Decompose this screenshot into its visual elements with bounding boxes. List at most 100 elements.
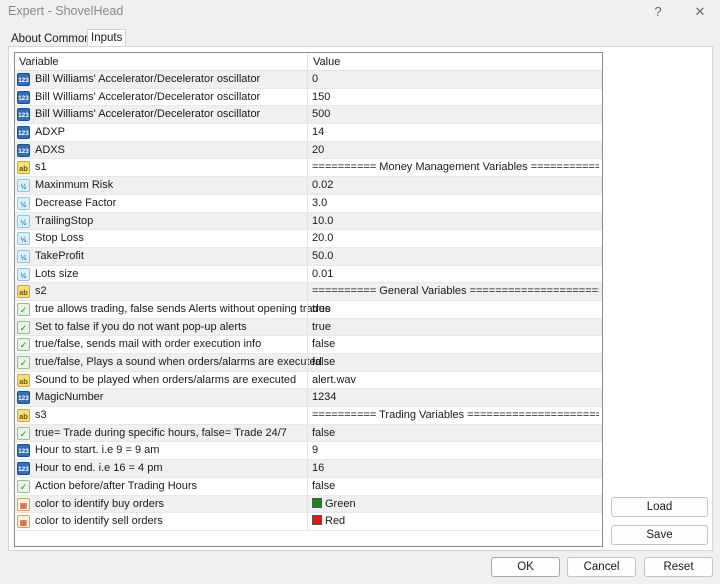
bool-type-icon: ✓ xyxy=(17,338,30,352)
variable-value[interactable]: 1234 xyxy=(312,391,599,403)
variable-name: Bill Williams' Accelerator/Decelerator o… xyxy=(35,90,261,103)
variable-value[interactable]: 14 xyxy=(312,126,599,138)
table-row[interactable]: 123 ADXS 20 xyxy=(15,141,602,160)
table-row[interactable]: ✓ true/false, sends mail with order execu… xyxy=(15,336,602,354)
table-row[interactable]: ab s3 ========== Trading Variables =======… xyxy=(15,407,602,425)
table-row[interactable]: ✓ Set to false if you do not want pop-up … xyxy=(15,318,602,337)
variable-value[interactable]: false xyxy=(312,427,599,439)
table-row[interactable]: ab s1 ========== Money Management Variable… xyxy=(15,159,602,178)
variable-value[interactable]: true xyxy=(312,321,599,333)
variable-name: s2 xyxy=(35,285,47,298)
variable-value[interactable]: Red xyxy=(312,515,599,527)
dbl-type-icon: ½ xyxy=(17,179,30,193)
variable-value[interactable]: Green xyxy=(312,497,599,510)
variable-name: color to identify buy orders xyxy=(35,497,165,510)
table-row[interactable]: ✓ true allows trading, false sends Alerts… xyxy=(15,300,602,319)
table-row[interactable]: ½ Lots size 0.01 xyxy=(15,265,602,284)
bool-type-icon: ✓ xyxy=(17,320,30,334)
dbl-type-icon: ½ xyxy=(17,249,30,263)
variable-value[interactable]: 9 xyxy=(312,444,599,456)
table-row[interactable]: 123 Bill Williams' Accelerator/Decelerato… xyxy=(15,88,602,107)
inputs-grid[interactable]: Variable Value 123 Bill Williams' Acceler… xyxy=(14,52,603,547)
int-type-icon: 123 xyxy=(17,444,30,458)
int-type-icon: 123 xyxy=(17,73,30,86)
variable-value[interactable]: 3.0 xyxy=(312,197,599,209)
cancel-button[interactable]: Cancel xyxy=(567,557,636,577)
col-type-icon: ▦ xyxy=(17,515,30,529)
table-row[interactable]: 123 Bill Williams' Accelerator/Decelerato… xyxy=(15,71,602,89)
variable-value[interactable]: ========== General Variables ===========… xyxy=(312,285,599,297)
variable-name: true= Trade during specific hours, false… xyxy=(35,426,287,439)
variable-value[interactable]: 10.0 xyxy=(312,215,599,227)
int-type-icon: 123 xyxy=(17,143,30,157)
tab-about[interactable]: About xyxy=(8,31,44,47)
table-row[interactable]: 123 ADXP 14 xyxy=(15,124,602,142)
int-type-icon: 123 xyxy=(17,391,30,405)
table-row[interactable]: ✓ Action before/after Trading Hours false xyxy=(15,477,602,496)
table-row[interactable]: 123 MagicNumber 1234 xyxy=(15,389,602,408)
variable-value[interactable]: alert.wav xyxy=(312,374,599,386)
table-row[interactable]: ½ TakeProfit 50.0 xyxy=(15,247,602,266)
dbl-type-icon: ½ xyxy=(17,232,30,246)
table-row[interactable]: ½ Stop Loss 20.0 xyxy=(15,230,602,248)
col-type-icon: ▦ xyxy=(17,497,30,511)
variable-value[interactable]: true xyxy=(312,303,599,315)
grid-rows: 123 Bill Williams' Accelerator/Decelerato… xyxy=(15,71,602,531)
color-swatch[interactable] xyxy=(312,515,322,526)
variable-name: Bill Williams' Accelerator/Decelerator o… xyxy=(35,108,261,121)
int-type-icon: 123 xyxy=(17,108,30,122)
variable-value[interactable]: false xyxy=(312,338,599,350)
table-row[interactable]: ab s2 ========== General Variables =======… xyxy=(15,283,602,301)
variable-name: Maxinmum Risk xyxy=(35,179,114,192)
variable-name: TakeProfit xyxy=(35,249,84,262)
table-row[interactable]: 123 Hour to start. i.e 9 = 9 am 9 xyxy=(15,442,602,461)
color-swatch[interactable] xyxy=(312,497,322,508)
header-variable[interactable]: Variable xyxy=(19,56,59,68)
str-type-icon: ab xyxy=(17,409,30,423)
load-button[interactable]: Load xyxy=(611,497,708,517)
variable-name: Action before/after Trading Hours xyxy=(35,479,198,492)
bool-type-icon: ✓ xyxy=(17,356,30,369)
variable-value[interactable]: 0.02 xyxy=(312,179,599,191)
header-value[interactable]: Value xyxy=(313,56,340,68)
color-name: Red xyxy=(325,515,346,528)
table-row[interactable]: ▦ color to identify sell orders Red xyxy=(15,513,602,531)
variable-value[interactable]: 150 xyxy=(312,91,599,103)
str-type-icon: ab xyxy=(17,285,30,299)
variable-name: Stop Loss xyxy=(35,232,84,245)
ok-button[interactable]: OK xyxy=(491,557,560,577)
variable-value[interactable]: 50.0 xyxy=(312,250,599,262)
reset-button[interactable]: Reset xyxy=(644,557,713,577)
table-row[interactable]: ✓ true= Trade during specific hours, fals… xyxy=(15,424,602,443)
variable-value[interactable]: ========== Trading Variables ===========… xyxy=(312,409,599,421)
table-row[interactable]: ½ Maxinmum Risk 0.02 xyxy=(15,177,602,195)
variable-value[interactable]: false xyxy=(312,356,599,368)
title-bar: Expert - ShovelHead ? ✕ xyxy=(0,0,720,24)
table-row[interactable]: ab Sound to be played when orders/alarms … xyxy=(15,371,602,390)
table-row[interactable]: ✓ true/false, Plays a sound when orders/a… xyxy=(15,354,602,372)
table-row[interactable]: 123 Bill Williams' Accelerator/Decelerato… xyxy=(15,106,602,125)
variable-value[interactable]: ========== Money Management Variables ==… xyxy=(312,161,599,173)
variable-value[interactable]: 0.01 xyxy=(312,268,599,280)
window-title: Expert - ShovelHead xyxy=(8,4,124,18)
table-row[interactable]: ½ Decrease Factor 3.0 xyxy=(15,194,602,213)
variable-value[interactable]: 20.0 xyxy=(312,232,599,244)
table-row[interactable]: ½ TrailingStop 10.0 xyxy=(15,212,602,231)
tab-common[interactable]: Common xyxy=(41,31,94,47)
variable-value[interactable]: 16 xyxy=(312,462,599,474)
table-row[interactable]: 123 Hour to end. i.e 16 = 4 pm 16 xyxy=(15,460,602,478)
variable-name: Hour to end. i.e 16 = 4 pm xyxy=(35,462,163,475)
table-row[interactable]: ▦ color to identify buy orders Green xyxy=(15,495,602,514)
variable-value[interactable]: 0 xyxy=(312,73,599,85)
variable-name: Set to false if you do not want pop-up a… xyxy=(35,320,247,333)
close-button[interactable]: ✕ xyxy=(689,2,711,22)
variable-value[interactable]: 500 xyxy=(312,108,599,120)
variable-name: Lots size xyxy=(35,267,79,280)
variable-value[interactable]: 20 xyxy=(312,144,599,156)
save-button[interactable]: Save xyxy=(611,525,708,545)
help-button[interactable]: ? xyxy=(647,2,669,22)
str-type-icon: ab xyxy=(17,161,30,175)
variable-value[interactable]: false xyxy=(312,480,599,492)
variable-name: true/false, sends mail with order execut… xyxy=(35,338,262,351)
variable-name: true allows trading, false sends Alerts … xyxy=(35,302,331,315)
